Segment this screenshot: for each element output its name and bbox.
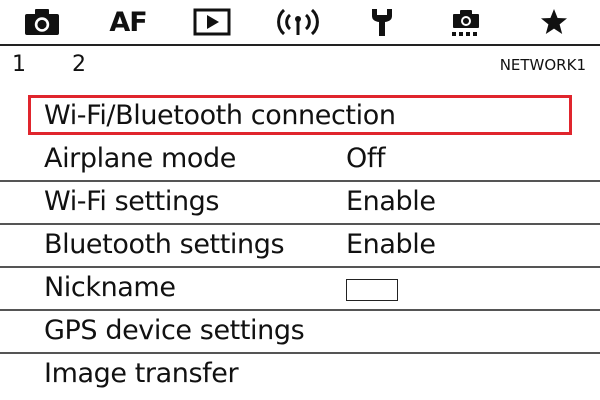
menu-item-label: Wi-Fi/Bluetooth connection	[44, 100, 396, 131]
tab-playback[interactable]	[182, 0, 242, 44]
menu-tab-bar: AF	[0, 0, 600, 46]
menu-item-label: Bluetooth settings	[44, 229, 285, 260]
menu-item-label: Airplane mode	[44, 143, 236, 174]
menu-item-label: Nickname	[44, 272, 176, 303]
menu-item-bluetooth-settings[interactable]: Bluetooth settings Enable	[0, 225, 600, 268]
menu-item-label: Wi-Fi settings	[44, 186, 220, 217]
menu-item-label: GPS device settings	[44, 315, 305, 346]
star-icon	[541, 9, 567, 34]
page-tab-2[interactable]: 2	[72, 52, 86, 77]
menu-item-value: Enable	[346, 186, 436, 217]
tab-setup[interactable]	[352, 0, 412, 44]
menu-item-gps-device-settings[interactable]: GPS device settings	[0, 311, 600, 354]
menu-item-nickname[interactable]: Nickname	[0, 268, 600, 311]
page-name: NETWORK1	[499, 56, 586, 74]
tab-shooting[interactable]	[12, 0, 72, 44]
tab-my-menu[interactable]	[524, 0, 584, 44]
menu-list: Wi-Fi/Bluetooth connection Airplane mode…	[0, 95, 600, 397]
nickname-value-box	[346, 279, 398, 301]
menu-item-image-transfer[interactable]: Image transfer	[0, 354, 600, 397]
tab-af-label: AF	[109, 6, 147, 38]
menu-item-airplane-mode[interactable]: Airplane mode Off	[0, 139, 600, 182]
tab-af[interactable]: AF	[98, 0, 158, 44]
menu-item-value: Enable	[346, 229, 436, 260]
play-icon	[193, 8, 231, 36]
page-indicator-row: 1 2 NETWORK1	[0, 46, 600, 86]
menu-item-value: Off	[346, 143, 386, 174]
menu-item-label: Image transfer	[44, 358, 239, 389]
menu-item-wifi-bluetooth-connection[interactable]: Wi-Fi/Bluetooth connection	[0, 95, 600, 139]
wireless-icon	[277, 8, 319, 36]
page-tab-1[interactable]: 1	[12, 52, 26, 77]
tab-wireless[interactable]	[268, 0, 328, 44]
custom-functions-icon	[452, 10, 479, 36]
wrench-icon	[372, 9, 392, 36]
menu-item-wifi-settings[interactable]: Wi-Fi settings Enable	[0, 182, 600, 225]
tab-custom-functions[interactable]	[436, 0, 496, 44]
camera-icon	[25, 9, 59, 35]
